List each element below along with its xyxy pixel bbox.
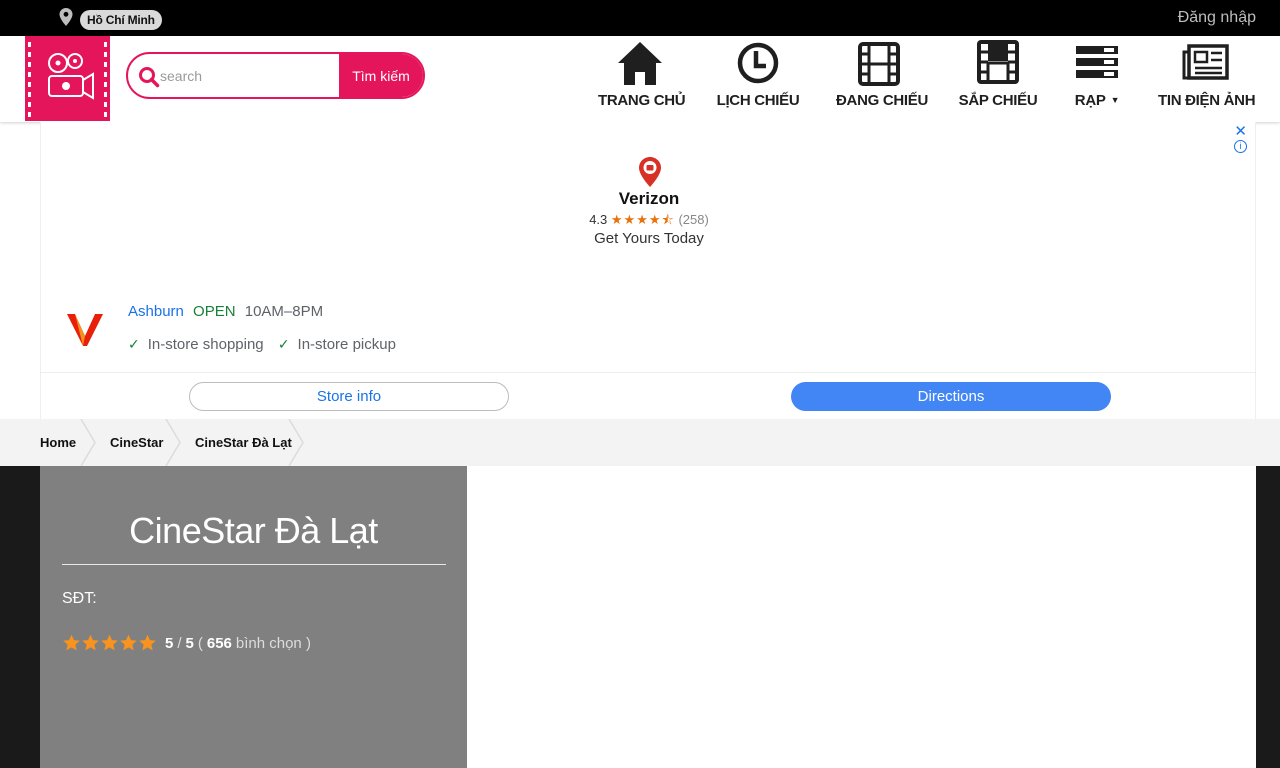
star-icon[interactable] [138,633,157,653]
nav-now-showing[interactable]: ĐANG CHIẾU [836,40,929,118]
breadcrumb: Home CineStar CineStar Đà Lạt [0,419,1280,466]
nav-coming-soon-label: SẮP CHIẾU [958,92,1038,109]
search-icon [139,67,160,88]
store-name[interactable]: Ashburn [128,303,184,320]
top-bar: Hồ Chí Minh Đăng nhập [0,0,1280,36]
check-icon: ✓ [277,336,290,352]
chevron-right-icon [288,419,304,466]
main-header: Tìm kiếm TRANG CHỦ LỊCH CHIẾU ĐANG CHIẾU [0,36,1280,122]
cinema-rating: 5 / 5 ( 656 bình chọn ) [62,632,311,654]
nav-home-label: TRANG CHỦ [598,92,686,109]
ad-banner: ✕ i Verizon 4.3 ★★★★⯪ (258) Get Yours To… [40,122,1256,419]
search-bar: Tìm kiếm [126,52,425,99]
site-logo[interactable] [25,36,110,121]
cinema-title: CineStar Đà Lạt [129,510,378,551]
location-pin-icon[interactable] [59,8,73,26]
ad-divider [41,372,1255,373]
feature-pickup: In-store pickup [297,336,396,353]
vote-count: 656 [206,634,232,652]
star-icon[interactable] [119,633,138,653]
caret-down-icon: ▼ [1110,95,1120,105]
nav-schedule[interactable]: LỊCH CHIẾU [716,40,800,118]
breadcrumb-current: CineStar Đà Lạt [195,435,292,450]
nav-cinemas-label: RẠP ▼ [1074,92,1120,109]
store-line: Ashburn OPEN 10AM–8PM [128,303,323,320]
store-info-button[interactable]: Store info [189,382,509,411]
star-icon[interactable] [100,633,119,653]
chevron-right-icon [80,419,96,466]
directions-button[interactable]: Directions [791,382,1111,411]
rating-value: 5 [165,634,174,652]
film-strip-icon [858,42,900,86]
ad-tagline: Get Yours Today [594,230,704,247]
cinema-info-panel: CineStar Đà Lạt SĐT: 5 / 5 ( 656 bình ch… [40,466,467,768]
rating-separator: / [177,634,182,652]
chevron-right-icon [165,419,181,466]
film-reel-icon [977,40,1019,84]
map-pin-icon [639,157,661,187]
search-button[interactable]: Tìm kiếm [339,54,423,97]
breadcrumb-home[interactable]: Home [40,419,76,466]
nav-home[interactable]: TRANG CHỦ [598,40,686,118]
star-icon[interactable] [81,633,100,653]
rating-max: 5 [185,634,194,652]
ad-info-icon[interactable]: i [1234,140,1247,153]
nav-cinemas-dropdown[interactable]: RẠP ▼ [1070,40,1124,118]
city-selector[interactable]: Hồ Chí Minh [80,10,162,30]
store-status: OPEN [193,303,236,320]
nav-news-label: TIN ĐIỆN ẢNH [1158,92,1256,109]
newspaper-icon [1182,44,1229,80]
home-icon [618,42,662,85]
breadcrumb-chain[interactable]: CineStar [110,419,163,466]
nav-news[interactable]: TIN ĐIỆN ẢNH [1158,40,1256,118]
login-link[interactable]: Đăng nhập [1178,8,1256,28]
nav-coming-soon[interactable]: SẮP CHIẾU [958,40,1038,118]
film-projector-icon [28,42,107,117]
feature-shopping: In-store shopping [147,336,264,353]
nav-schedule-label: LỊCH CHIẾU [716,92,800,109]
check-icon: ✓ [128,336,140,352]
search-input[interactable] [160,54,340,97]
votes-open-paren: ( [197,634,203,652]
main-content-area [467,466,1256,768]
star-icon[interactable] [62,633,81,653]
ad-rating-value: 4.3 [589,212,608,227]
server-list-icon [1076,46,1118,78]
ad-close-icon[interactable]: ✕ [1234,122,1247,140]
store-hours: 10AM–8PM [244,303,324,320]
title-divider [62,564,446,565]
page-gutter-right [1256,466,1280,768]
vote-label: bình chọn ) [235,634,311,652]
star-rating[interactable] [62,633,157,653]
clock-icon [737,42,779,84]
ad-rating-stars: ★★★★⯪ [610,212,675,227]
nav-now-showing-label: ĐANG CHIẾU [836,92,929,109]
store-features: ✓ In-store shopping ✓ In-store pickup [128,336,396,353]
verizon-logo[interactable] [65,310,105,348]
page-gutter-left [0,466,40,768]
ad-brand-name[interactable]: Verizon [41,189,1257,209]
ad-review-count: (258) [678,212,709,227]
phone-label: SĐT: [62,590,97,607]
